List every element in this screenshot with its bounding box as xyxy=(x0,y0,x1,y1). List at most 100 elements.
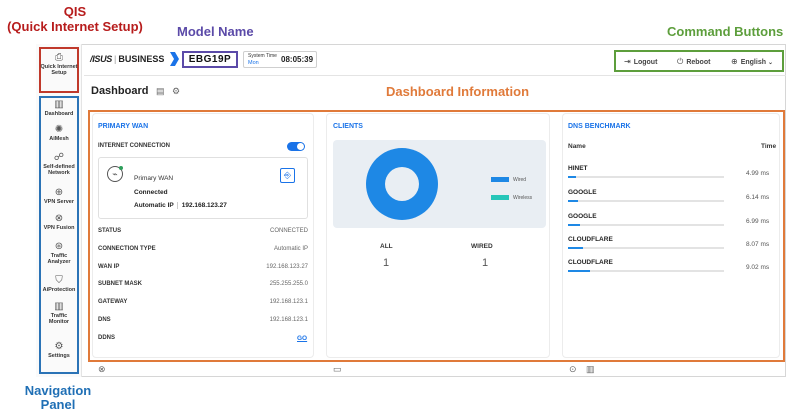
legend-wireless-swatch xyxy=(491,195,509,200)
sidebar-item-quick-internet-setup[interactable]: ⎙ Quick Internet Setup xyxy=(40,52,78,76)
sidebar-item-self-defined-network[interactable]: ☍ Self-defined Network xyxy=(40,152,78,176)
subnet-mask-value: 255.255.255.0 xyxy=(269,281,308,287)
wan-ip-type: Automatic IP xyxy=(134,202,174,209)
traffic-monitor-icon: ▥ xyxy=(54,301,64,312)
dns-value: 192.168.123.1 xyxy=(269,317,308,323)
sidebar-item-label: Traffic Analyzer xyxy=(47,253,71,265)
dashboard-icon: ▥ xyxy=(54,99,64,110)
clients-wired-label: WIRED xyxy=(471,243,493,250)
dns-latency-time: 8.07 ms xyxy=(746,241,770,248)
language-label: English xyxy=(740,59,766,66)
wan-ip-label: WAN IP xyxy=(98,264,120,270)
sidebar-item-settings[interactable]: ⚙ Settings xyxy=(40,341,78,359)
clients-all-label: ALL xyxy=(380,243,393,250)
qis-callout-line1: QIS xyxy=(63,4,87,19)
clients-wired-count: 1 xyxy=(482,257,489,269)
sidebar-item-label: AiMesh xyxy=(49,136,69,142)
qis-icon: ⎙ xyxy=(55,52,63,63)
system-time-clock: 08:05:39 xyxy=(281,55,314,64)
legend-wireless-label: Wireless xyxy=(513,195,533,201)
logout-label: Logout xyxy=(633,59,658,66)
asus-wordmark: /ISUS xyxy=(90,54,113,64)
sidebar-item-aiprotection[interactable]: ⛉ AiProtection xyxy=(40,275,78,293)
sidebar-item-label: VPN Fusion xyxy=(43,225,75,231)
dns-label: DNS xyxy=(98,317,111,323)
internet-connection-toggle[interactable] xyxy=(287,142,305,151)
dns-latency-fill xyxy=(568,247,583,249)
logout-button[interactable]: ⇥ Logout xyxy=(624,57,657,66)
nav-callout-line2: Panel xyxy=(40,397,76,412)
dns-benchmark-title: DNS BENCHMARK xyxy=(568,123,631,130)
sidebar-item-aimesh[interactable]: ✺ AiMesh xyxy=(40,124,78,142)
trash-icon[interactable]: ▥ xyxy=(586,364,595,375)
ddns-go-link[interactable]: GO xyxy=(297,335,307,342)
qis-callout: QIS (Quick Internet Setup) xyxy=(0,4,150,34)
sidebar-item-label: Dashboard xyxy=(44,111,74,117)
dns-latency-fill xyxy=(568,200,578,202)
connection-type-value: Automatic IP xyxy=(273,246,308,252)
network-icon: ☍ xyxy=(53,152,65,163)
location-pin-icon[interactable]: ⊙ xyxy=(569,364,577,375)
sidebar-item-traffic-analyzer[interactable]: ⊛ Traffic Analyzer xyxy=(40,241,78,265)
sidebar-item-vpn-fusion[interactable]: ⊗ VPN Fusion xyxy=(40,213,78,231)
wan-settings-button[interactable]: ⎆ xyxy=(280,168,295,183)
wan-ip-value: 192.168.123.27 xyxy=(176,202,227,209)
dns-latency-bar xyxy=(568,200,724,202)
dns-server-name: GOOGLE xyxy=(568,213,597,220)
sidebar-item-traffic-monitor[interactable]: ▥ Traffic Monitor xyxy=(40,301,78,325)
legend-wired-label: Wired xyxy=(513,177,527,183)
wan-footer-icon[interactable]: ⊗ xyxy=(98,364,106,375)
dns-server-name: CLOUDFLARE xyxy=(568,236,613,243)
sidebar-item-label: VPN Server xyxy=(44,199,74,205)
sidebar-item-label: Quick Internet Setup xyxy=(40,64,78,76)
model-name-callout: Model Name xyxy=(177,24,254,39)
sidebar-item-label: Traffic Monitor xyxy=(48,313,70,325)
sidebar-item-label: AiProtection xyxy=(42,287,76,293)
page-title: Dashboard xyxy=(91,85,149,97)
brand-separator: | xyxy=(114,54,117,64)
stage: QIS (Quick Internet Setup) Model Name Co… xyxy=(0,0,789,415)
primary-wan-summary xyxy=(98,157,308,219)
wan-ip-summary: Automatic IP 192.168.123.27 xyxy=(134,202,227,209)
dns-latency-time: 6.99 ms xyxy=(746,218,770,225)
traffic-analyzer-icon: ⊛ xyxy=(54,241,64,252)
sidebar-item-dashboard[interactable]: ▥ Dashboard xyxy=(40,99,78,117)
navigation-panel-callout: Navigation Panel xyxy=(18,384,98,412)
wan-ip-row-value: 192.168.123.27 xyxy=(266,264,308,270)
dns-latency-time: 6.14 ms xyxy=(746,194,770,201)
dns-latency-bar xyxy=(568,247,724,249)
vpn-fusion-icon: ⊗ xyxy=(54,213,64,224)
clients-chart-panel xyxy=(333,140,546,228)
globe-icon: ⊕ xyxy=(731,57,738,66)
brand-logo: /ISUS | BUSINESS xyxy=(90,54,164,64)
aimesh-icon: ✺ xyxy=(54,124,64,135)
brand-tier: BUSINESS xyxy=(118,54,165,64)
sidebar-item-vpn-server[interactable]: ⊕ VPN Server xyxy=(40,187,78,205)
dns-latency-time: 4.99 ms xyxy=(746,170,770,177)
clients-all-count: 1 xyxy=(383,257,390,269)
gateway-value: 192.168.123.1 xyxy=(269,299,308,305)
power-icon: ⏻ xyxy=(677,57,684,66)
command-buttons-callout: Command Buttons xyxy=(667,24,784,39)
dns-latency-fill xyxy=(568,176,576,178)
model-name: EBG19P xyxy=(182,51,238,68)
system-time: System Time Mon 08:05:39 xyxy=(243,51,317,68)
layout-icon[interactable]: ▤ xyxy=(156,86,165,97)
system-time-label: System Time xyxy=(248,53,277,59)
sidebar-item-label: Self-defined Network xyxy=(43,164,75,176)
language-select[interactable]: ⊕ English ⌄ xyxy=(731,57,773,66)
gear-icon[interactable]: ⚙ xyxy=(172,86,180,97)
wan-status: Connected xyxy=(134,189,168,196)
vpn-server-icon: ⊕ xyxy=(54,187,64,198)
wan-name: Primary WAN xyxy=(134,175,174,182)
clients-footer-icon[interactable]: ▭ xyxy=(333,364,342,375)
dns-server-name: GOOGLE xyxy=(568,189,597,196)
system-time-day: Mon xyxy=(248,60,259,66)
subnet-mask-label: SUBNET MASK xyxy=(98,281,143,287)
sidebar-item-label: Settings xyxy=(48,353,70,359)
nav-callout-line1: Navigation xyxy=(24,383,92,398)
dns-latency-bar xyxy=(568,270,724,272)
status-label: STATUS xyxy=(98,228,122,234)
primary-wan-title: PRIMARY WAN xyxy=(98,123,149,130)
reboot-button[interactable]: ⏻ Reboot xyxy=(677,57,710,67)
